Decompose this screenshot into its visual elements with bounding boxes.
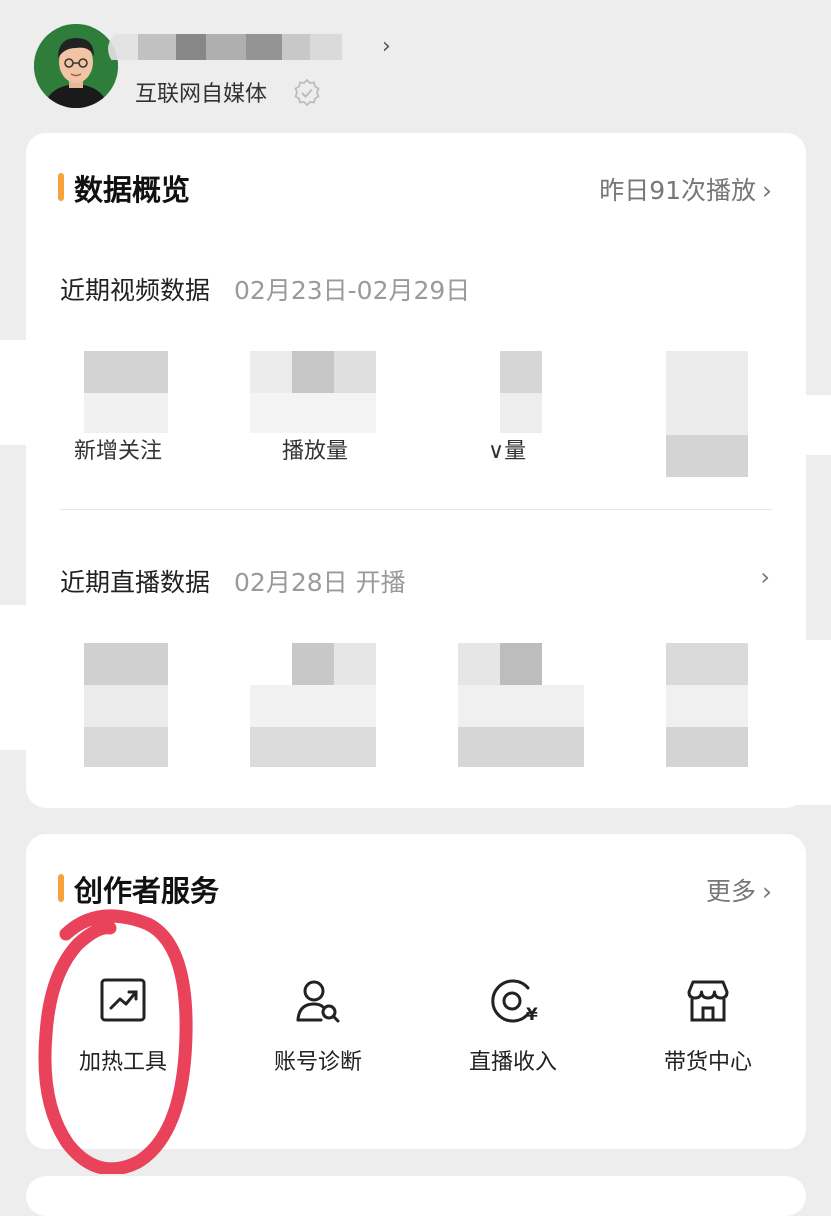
verified-badge-icon	[294, 78, 320, 107]
live-stat-blurred	[250, 727, 376, 767]
username-blurred[interactable]	[108, 30, 408, 68]
smear-artifact	[790, 640, 831, 805]
stat-value-blurred	[500, 393, 542, 433]
live-stat-blurred	[250, 685, 376, 727]
live-income-icon: ¥	[491, 979, 538, 1025]
service-commerce-center[interactable]: 带货中心	[623, 974, 793, 1076]
svg-text:¥: ¥	[526, 1005, 538, 1025]
service-label: 带货中心	[663, 1050, 752, 1075]
yesterday-plays-link[interactable]: 昨日91次播放 ›	[599, 171, 772, 207]
avatar[interactable]	[34, 24, 118, 108]
live-stat-blurred	[458, 727, 584, 767]
stat-value-blurred	[292, 351, 334, 393]
service-label: 账号诊断	[273, 1050, 362, 1075]
more-services-link[interactable]: 更多 ›	[706, 872, 772, 908]
recent-live-header[interactable]: 近期直播数据 02月28日 开播	[60, 563, 406, 599]
live-stat-blurred	[666, 643, 748, 685]
data-overview-card: 数据概览 昨日91次播放 › 近期视频数据 02月23日-02月29日 新增关注 播…	[26, 133, 806, 808]
live-stat-blurred	[458, 685, 584, 727]
chevron-right-icon[interactable]: ›	[760, 563, 770, 591]
store-icon	[687, 980, 729, 1022]
section-title: 数据概览	[74, 173, 191, 207]
stat-value-blurred	[250, 393, 376, 433]
live-stat-blurred	[84, 727, 168, 767]
live-stat-blurred	[666, 727, 748, 767]
recent-video-header: 近期视频数据 02月23日-02月29日	[60, 276, 471, 305]
stat-value-blurred	[334, 351, 376, 393]
stat-label-plays: 播放量	[282, 439, 349, 464]
account-category: 互联网自媒体	[135, 82, 268, 107]
live-stat-blurred	[666, 685, 748, 727]
chevron-right-icon: ›	[762, 877, 772, 906]
live-stat-blurred	[334, 643, 376, 685]
service-label: 直播收入	[468, 1050, 557, 1075]
trending-up-icon	[100, 978, 146, 1022]
divider	[60, 509, 772, 510]
stat-value-blurred	[666, 351, 748, 435]
smear-artifact	[0, 340, 44, 445]
profile-header[interactable]: › 互联网自媒体	[0, 0, 831, 130]
service-account-diagnosis[interactable]: 账号诊断	[233, 974, 403, 1076]
service-live-income[interactable]: ¥ 直播收入	[428, 974, 598, 1076]
user-search-icon	[296, 980, 340, 1023]
smear-artifact	[0, 605, 36, 750]
stat-label-partial: ∨量	[488, 439, 527, 464]
section-title: 创作者服务	[74, 874, 220, 908]
creator-services-card: 创作者服务 更多 › 加热工具 账号诊断 ¥ 直播收入 带货中心	[26, 834, 806, 1149]
stat-value-blurred	[666, 435, 748, 477]
live-stat-blurred	[500, 643, 542, 685]
live-stat-blurred	[84, 685, 168, 727]
next-card-partial	[26, 1176, 806, 1216]
live-stat-blurred	[458, 643, 500, 685]
smear-artifact	[786, 395, 831, 455]
stat-value-blurred	[84, 393, 168, 433]
stat-value-blurred	[500, 351, 542, 393]
stat-value-blurred	[84, 351, 168, 393]
service-label: 加热工具	[78, 1050, 167, 1075]
live-stat-blurred	[84, 643, 168, 685]
stat-label-new-followers: 新增关注	[74, 439, 163, 464]
stat-value-blurred	[250, 351, 292, 393]
service-boost-tool[interactable]: 加热工具	[38, 974, 208, 1076]
chevron-right-icon: ›	[762, 176, 772, 205]
live-stat-blurred	[292, 643, 334, 685]
chevron-right-icon: ›	[382, 34, 391, 59]
